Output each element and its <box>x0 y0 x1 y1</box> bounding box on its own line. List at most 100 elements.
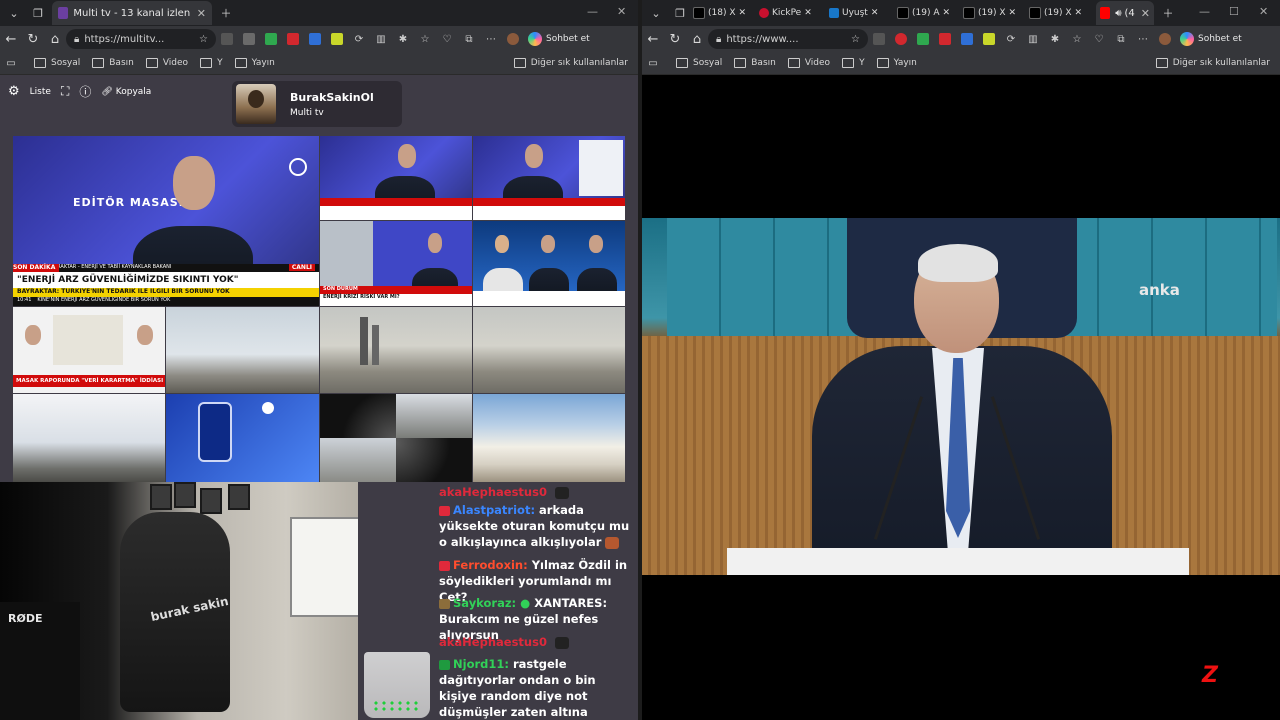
close-window-icon[interactable]: ✕ <box>617 5 626 18</box>
chat-username[interactable]: Alastpatriot: <box>453 503 535 517</box>
audio-playing-icon[interactable]: 🔊︎ <box>1115 8 1121 19</box>
collections-icon[interactable]: ♡ <box>438 30 456 48</box>
tab-x[interactable]: (18) X ✕ <box>690 3 756 23</box>
tv-channel-finance[interactable] <box>473 136 625 220</box>
reading-list-icon[interactable]: ▭ <box>0 58 22 69</box>
chat-username[interactable]: akaHephaestus0 <box>439 485 547 499</box>
bookmark-folder[interactable]: Y <box>200 58 223 68</box>
close-tab-icon[interactable]: ✕ <box>871 8 879 18</box>
bookmark-folder[interactable]: Sosyal <box>676 58 722 68</box>
maximize-icon[interactable]: ☐ <box>1229 5 1239 18</box>
tv-channel-split[interactable]: SON DURUM ENERJİ KRİZİ RİSKİ VAR MI? <box>320 221 472 306</box>
extension-icon[interactable] <box>870 30 888 48</box>
collections-icon[interactable]: ♡ <box>1090 30 1108 48</box>
tab-list-button[interactable]: ⌄ <box>646 3 666 23</box>
video-player-page[interactable]: anka Z <box>642 75 1280 720</box>
close-tab-icon[interactable]: ✕ <box>943 8 951 18</box>
tv-channel-webcam-sky[interactable] <box>166 307 319 393</box>
split-screen-icon[interactable]: ▥ <box>372 30 390 48</box>
other-favorites[interactable]: Diğer sık kullanılanlar <box>513 58 628 68</box>
other-favorites[interactable]: Diğer sık kullanılanlar <box>1155 58 1270 68</box>
favorites-icon[interactable]: ☆ <box>1068 30 1086 48</box>
extension-icon[interactable] <box>980 30 998 48</box>
tab-multitv[interactable]: Multi tv - 13 kanal izleniyor ✕ <box>52 1 212 25</box>
parliament-video[interactable]: anka <box>642 218 1280 575</box>
reading-list-icon[interactable]: ▭ <box>642 58 664 69</box>
copy-button[interactable]: 🔗︎ Kopyala <box>101 87 151 97</box>
profile-avatar[interactable] <box>504 30 522 48</box>
reload-icon[interactable]: ↻ <box>664 32 686 47</box>
tv-channel-city-view[interactable] <box>473 307 625 393</box>
minimize-icon[interactable]: — <box>587 5 598 18</box>
extension-icon[interactable] <box>892 30 910 48</box>
extension-icon[interactable] <box>914 30 932 48</box>
settings-gear-icon[interactable]: ⚙ <box>8 84 20 99</box>
back-icon[interactable]: ← <box>642 32 664 47</box>
bookmark-folder[interactable]: Basın <box>734 58 776 68</box>
extensions-puzzle-icon[interactable]: ✱ <box>1046 30 1064 48</box>
chat-username[interactable]: Saykoraz: <box>453 596 516 610</box>
favorites-icon[interactable]: ☆ <box>416 30 434 48</box>
close-tab-icon[interactable]: ✕ <box>804 8 812 18</box>
bookmark-folder[interactable]: Sosyal <box>34 58 80 68</box>
info-icon[interactable]: ⓘ <box>79 83 91 100</box>
more-icon[interactable]: ⋯ <box>1134 30 1152 48</box>
extension-icon[interactable] <box>936 30 954 48</box>
tv-channel-cnnturk[interactable]: EDİTÖR MASASI ALPARSLAN BAYRAKTAR - ENER… <box>13 136 319 306</box>
extension-icon[interactable] <box>218 30 236 48</box>
fullscreen-icon[interactable]: ⛶ <box>61 84 69 99</box>
tab-kick[interactable]: KickPe ✕ <box>756 3 826 23</box>
close-tab-icon[interactable]: ✕ <box>1009 8 1017 18</box>
screenshot-icon[interactable]: ⧉ <box>460 30 478 48</box>
favorite-star-icon[interactable]: ☆ <box>199 34 208 45</box>
list-button[interactable]: Liste <box>30 87 51 97</box>
address-bar[interactable]: 🔒︎ https://multitv... ☆ <box>66 29 216 49</box>
tv-channel-ad[interactable] <box>166 394 319 482</box>
minimize-icon[interactable]: — <box>1199 5 1210 18</box>
more-icon[interactable]: ⋯ <box>482 30 500 48</box>
profile-avatar[interactable] <box>1156 30 1174 48</box>
tv-channel-webcam-clouds[interactable] <box>473 394 625 482</box>
extension-icon[interactable] <box>284 30 302 48</box>
bookmark-folder[interactable]: Y <box>842 58 865 68</box>
close-tab-icon[interactable]: ✕ <box>1075 8 1083 18</box>
back-icon[interactable]: ← <box>0 32 22 47</box>
extension-icon[interactable] <box>262 30 280 48</box>
chat-username[interactable]: Njord11: <box>453 657 509 671</box>
reload-icon[interactable]: ↻ <box>22 32 44 47</box>
favorite-star-icon[interactable]: ☆ <box>851 34 860 45</box>
chat-username[interactable]: Ferrodoxin: <box>453 558 528 572</box>
new-tab-button[interactable]: ＋ <box>216 3 236 23</box>
tab-youtube-active[interactable]: 🔊︎ (4 ✕ <box>1096 1 1154 25</box>
split-screen-icon[interactable]: ▥ <box>1024 30 1042 48</box>
refresh-extension-icon[interactable]: ⟳ <box>1002 30 1020 48</box>
extension-icon[interactable] <box>958 30 976 48</box>
workspaces-button[interactable]: ❐ <box>670 3 690 23</box>
copilot-button[interactable]: Sohbet et <box>1180 32 1242 46</box>
tab-x[interactable]: (19) X ✕ <box>1026 3 1092 23</box>
close-window-icon[interactable]: ✕ <box>1259 5 1268 18</box>
bookmark-folder[interactable]: Yayın <box>234 58 275 68</box>
tv-channel-masak[interactable]: MASAK RAPORUNDA "VERİ KARARTMA" İDDİASI <box>13 307 165 393</box>
close-tab-icon[interactable]: ✕ <box>191 7 206 20</box>
refresh-extension-icon[interactable]: ⟳ <box>350 30 368 48</box>
tab-x[interactable]: (19) X ✕ <box>960 3 1026 23</box>
address-bar[interactable]: 🔒︎ https://www.... ☆ <box>708 29 868 49</box>
tab-x[interactable]: (19) A ✕ <box>894 3 960 23</box>
bookmark-folder[interactable]: Video <box>787 58 830 68</box>
chat-username[interactable]: akaHephaestus0 <box>439 635 547 649</box>
streamer-profile-card[interactable]: BurakSakinOl Multi tv <box>232 81 402 127</box>
tv-channel-studio[interactable] <box>320 136 472 220</box>
tv-channel-webcam-sky[interactable] <box>13 394 165 482</box>
tv-channel-city-view[interactable] <box>320 307 472 393</box>
extension-icon[interactable] <box>306 30 324 48</box>
copilot-button[interactable]: Sohbet et <box>528 32 590 46</box>
tv-channel-panel[interactable] <box>473 221 625 306</box>
bookmark-folder[interactable]: Yayın <box>876 58 917 68</box>
screenshot-icon[interactable]: ⧉ <box>1112 30 1130 48</box>
home-icon[interactable]: ⌂ <box>686 32 708 47</box>
close-tab-icon[interactable]: ✕ <box>739 8 747 18</box>
tab-list-button[interactable]: ⌄ <box>4 3 24 23</box>
extension-icon[interactable] <box>328 30 346 48</box>
extension-icon[interactable] <box>240 30 258 48</box>
